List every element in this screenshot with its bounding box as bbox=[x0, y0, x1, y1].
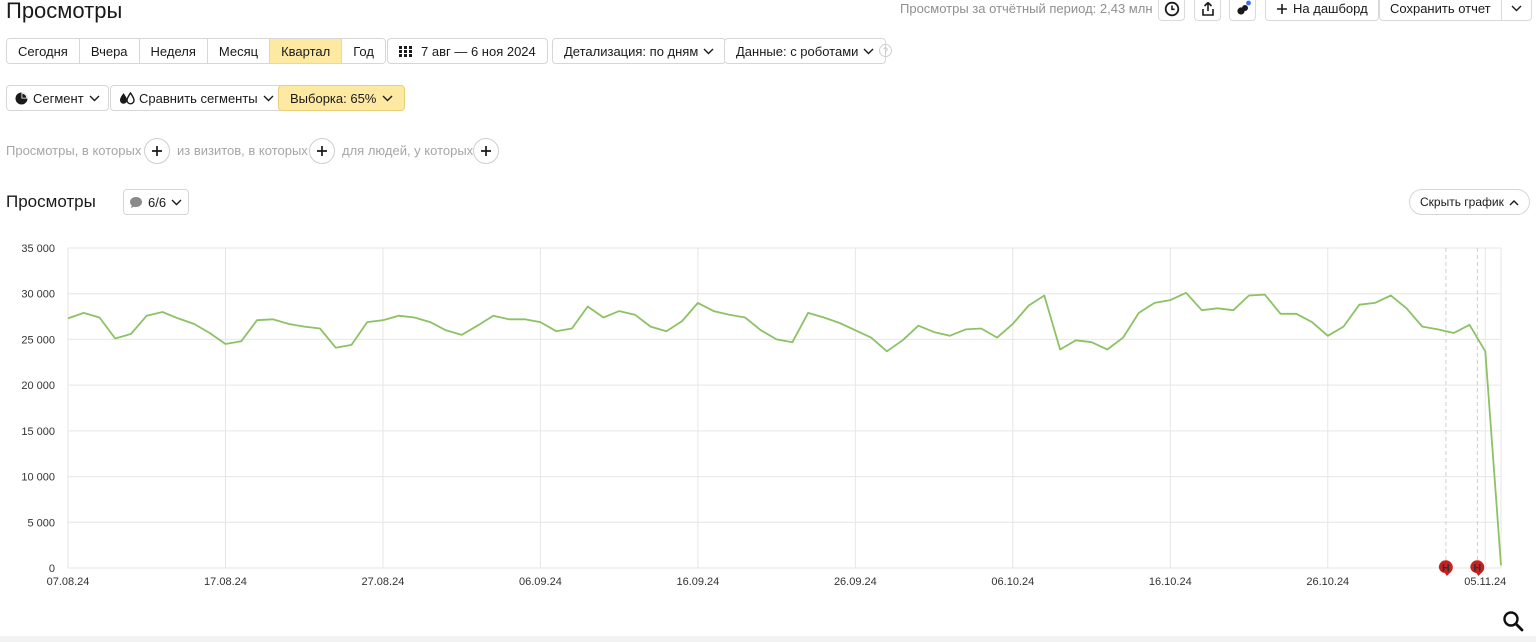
tab-period-0[interactable]: Сегодня bbox=[7, 39, 80, 63]
y-tick-label: 5 000 bbox=[27, 517, 55, 529]
x-tick-label: 27.08.24 bbox=[362, 576, 405, 588]
filter-views-text: Просмотры, в которых bbox=[6, 143, 142, 158]
x-tick-label: 17.08.24 bbox=[204, 576, 247, 588]
filter-visits-text: из визитов, в которых bbox=[177, 143, 308, 158]
y-tick-label: 35 000 bbox=[21, 243, 55, 255]
sample-label: Выборка: 65% bbox=[290, 90, 377, 106]
y-tick-label: 25 000 bbox=[21, 334, 55, 346]
save-report-label: Сохранить отчет bbox=[1390, 1, 1491, 16]
x-tick-label: 26.09.24 bbox=[834, 576, 877, 588]
plus-icon bbox=[1277, 3, 1287, 14]
comment-bubble-icon bbox=[130, 196, 142, 208]
series-selector-label: 6/6 bbox=[148, 194, 167, 210]
bottom-divider bbox=[0, 636, 1536, 642]
compare-segments-label: Сравнить сегменты bbox=[139, 90, 258, 106]
hide-chart-label: Скрыть график bbox=[1420, 195, 1504, 209]
compare-drops-icon bbox=[120, 91, 135, 104]
plus-icon bbox=[152, 146, 162, 156]
to-dashboard-button[interactable]: На дашборд bbox=[1265, 0, 1379, 21]
plus-icon bbox=[481, 146, 491, 156]
data-dropdown-label: Данные: с роботами bbox=[736, 43, 859, 59]
tab-period-1[interactable]: Вчера bbox=[79, 39, 140, 63]
hide-chart-button[interactable]: Скрыть график bbox=[1409, 189, 1530, 215]
tab-period-2[interactable]: Неделя bbox=[139, 39, 208, 63]
y-tick-label: 30 000 bbox=[21, 289, 55, 301]
period-stat: Просмотры за отчётный период: 2,43 млн bbox=[900, 1, 1153, 16]
zoom-button[interactable] bbox=[1499, 607, 1527, 635]
save-report-button[interactable]: Сохранить отчет bbox=[1379, 0, 1532, 21]
chevron-down-icon bbox=[89, 95, 100, 101]
pie-chart-icon bbox=[15, 92, 28, 104]
magnifier-icon bbox=[1503, 611, 1524, 632]
y-tick-label: 20 000 bbox=[21, 380, 55, 392]
detail-dropdown[interactable]: Детализация: по дням bbox=[552, 38, 727, 64]
history-button[interactable] bbox=[1158, 0, 1185, 21]
chevron-down-icon bbox=[171, 199, 182, 205]
series-selector[interactable]: 6/6 bbox=[123, 189, 190, 215]
chevron-down-icon bbox=[382, 95, 393, 101]
add-views-filter-button[interactable] bbox=[144, 138, 170, 164]
x-tick-label: 07.08.24 bbox=[47, 576, 90, 588]
views-series-line bbox=[67, 291, 1502, 566]
y-tick-label: 15 000 bbox=[21, 426, 55, 438]
chevron-down-icon bbox=[863, 48, 874, 54]
chevron-down-icon bbox=[263, 95, 274, 101]
date-range-button[interactable]: 7 авг — 6 ноя 2024 bbox=[387, 38, 548, 64]
detail-dropdown-label: Детализация: по дням bbox=[564, 43, 699, 59]
views-line-chart: 0 5 000 10 000 15 000 20 000 25 000 30 000 35 0… bbox=[21, 243, 1506, 588]
save-report-menu-toggle[interactable] bbox=[1500, 0, 1531, 20]
chart-section-title: Просмотры bbox=[6, 192, 96, 211]
tab-period-5[interactable]: Год bbox=[342, 39, 385, 63]
clock-icon bbox=[1164, 1, 1179, 16]
x-tick-label: 16.10.24 bbox=[1149, 576, 1192, 588]
y-tick-label: 10 000 bbox=[21, 472, 55, 484]
page-title: Просмотры bbox=[6, 0, 123, 23]
to-dashboard-label: На дашборд bbox=[1293, 1, 1368, 16]
x-tick-label: 16.09.24 bbox=[676, 576, 719, 588]
chevron-down-icon bbox=[1511, 5, 1522, 12]
chevron-up-icon bbox=[1509, 199, 1519, 205]
tab-period-4[interactable]: Квартал bbox=[270, 39, 343, 63]
filter-people-text: для людей, у которых bbox=[342, 143, 474, 158]
x-tick-label: 26.10.24 bbox=[1306, 576, 1349, 588]
segment-button[interactable]: Сегмент bbox=[6, 85, 109, 111]
chevron-down-icon bbox=[703, 48, 714, 54]
plus-icon bbox=[317, 146, 327, 156]
data-dropdown[interactable]: Данные: с роботами bbox=[724, 38, 887, 64]
tab-period-3[interactable]: Месяц bbox=[207, 39, 271, 63]
date-range-label: 7 авг — 6 ноя 2024 bbox=[421, 43, 536, 59]
add-visits-filter-button[interactable] bbox=[309, 138, 335, 164]
share-icon bbox=[1201, 1, 1214, 16]
x-tick-label: 06.10.24 bbox=[991, 576, 1034, 588]
sample-button[interactable]: Выборка: 65% bbox=[278, 85, 406, 111]
x-tick-label: 05.11.24 bbox=[1464, 576, 1506, 588]
calendar-icon bbox=[399, 45, 412, 57]
compare-segments-button[interactable]: Сравнить сегменты bbox=[110, 85, 283, 111]
period-tabs: Сегодня Вчера Неделя Месяц Квартал Год bbox=[6, 38, 386, 64]
x-tick-label: 06.09.24 bbox=[519, 576, 562, 588]
export-button[interactable] bbox=[1194, 0, 1221, 21]
y-tick-label: 0 bbox=[49, 563, 55, 575]
segment-label: Сегмент bbox=[33, 90, 84, 106]
assistant-icon bbox=[1236, 0, 1251, 15]
note-marker-label: Н bbox=[1442, 563, 1450, 575]
assistant-button[interactable] bbox=[1229, 0, 1256, 21]
note-marker-label: Н bbox=[1473, 563, 1481, 575]
add-people-filter-button[interactable] bbox=[473, 138, 499, 164]
help-icon[interactable]: ? bbox=[879, 44, 892, 57]
